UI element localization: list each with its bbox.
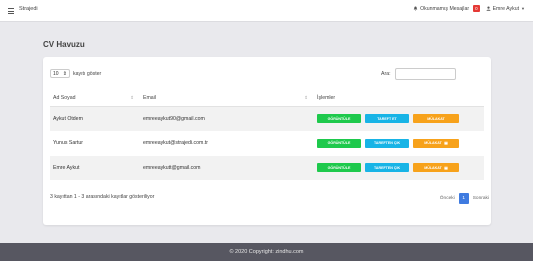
table-length-control: 10 ⇕ kayıtı göster [50,69,101,78]
select-arrows-icon: ⇕ [62,70,67,77]
column-header-actions: İşlemler [314,91,484,107]
table-header-row: Ad Soyad ⇕ Email ⇕ İşlemler [50,91,484,107]
unread-messages-badge: 0 [473,5,480,12]
view-button[interactable]: GÖRÜNTÜLE [317,114,361,124]
calendar-icon [444,142,448,145]
row-actions: GÖRÜNTÜLE TAREFTEN ÇIK MÜLAKAT [314,155,484,180]
table-row: Yunus Sartur emreeaykut@strajedi.com.tr … [50,131,484,156]
bell-icon [413,6,418,11]
cv-table: Ad Soyad ⇕ Email ⇕ İşlemler Aykut Otdem em… [50,91,484,180]
pagination-previous[interactable]: Önceki [440,196,455,201]
footer-copyright: © 2020 Copyright: zindhu.com [229,249,304,255]
view-button[interactable]: GÖRÜNTÜLE [317,163,361,173]
user-menu[interactable]: Emre Aykut ▼ [486,6,525,12]
row-email: emreeaykut@strajedi.com.tr [143,140,208,147]
column-header-email[interactable]: Email ⇕ [140,91,314,107]
cv-pool-card: 10 ⇕ kayıtı göster Ara: Ad Soyad ⇕ Email ⇕… [43,57,491,225]
interview-button[interactable]: MÜLAKAT [413,138,459,148]
chevron-down-icon: ▼ [521,6,525,11]
table-info: 3 kayıttan 1 - 3 arasındaki kayıtlar gös… [50,194,155,200]
interview-button[interactable]: MÜLAKAT [413,163,459,173]
unread-messages-link[interactable]: Okunmamış Mesajlar 0 [413,5,480,12]
row-actions: GÖRÜNTÜLE TAREFT ET MÜLAKAT [314,106,484,131]
pagination-next[interactable]: Sonraki [473,196,489,201]
hamburger-icon[interactable] [8,8,14,14]
page-length-select[interactable]: 10 ⇕ [50,69,70,78]
column-header-name[interactable]: Ad Soyad ⇕ [50,91,140,107]
redirect-remove-button[interactable]: TAREFTEN ÇIK [365,138,409,148]
user-name: Emre Aykut [492,5,520,12]
table-row: Emre Aykut emreeaykutt@gmail.com GÖRÜNTÜ… [50,155,484,180]
footer: © 2020 Copyright: zindhu.com [0,243,533,261]
pagination: Önceki 1 Sonraki [440,193,489,204]
page-length-value: 10 [53,70,59,77]
page-title: CV Havuzu [43,40,85,49]
row-name: Aykut Otdem [50,106,140,131]
table-search: Ara: [381,68,456,80]
table-row: Aykut Otdem emreeaykut90@gmail.com GÖRÜN… [50,106,484,131]
search-input[interactable] [394,68,456,80]
row-actions: GÖRÜNTÜLE TAREFTEN ÇIK MÜLAKAT [314,131,484,156]
redirect-remove-button[interactable]: TAREFTEN ÇIK [365,163,409,173]
row-name: Yunus Sartur [53,140,83,147]
sort-icon: ⇕ [304,95,308,100]
sort-icon: ⇕ [130,95,134,100]
row-email: emreeaykutt@gmail.com [140,155,314,180]
pagination-current-page[interactable]: 1 [458,193,469,204]
user-icon [486,6,491,11]
unread-messages-label: Okunmamış Mesajlar [420,5,470,12]
row-email: emreeaykut90@gmail.com [140,106,314,131]
row-name: Emre Aykut [50,155,140,180]
page-length-label: kayıtı göster [73,70,102,77]
interview-button[interactable]: MÜLAKAT [413,114,459,124]
search-label: Ara: [381,71,391,77]
brand-name[interactable]: Strajedi [19,6,38,12]
navbar-right: Okunmamış Mesajlar 0 Emre Aykut ▼ [413,5,525,12]
redirect-button[interactable]: TAREFT ET [365,114,409,124]
calendar-icon [444,166,448,170]
top-navbar: Strajedi Okunmamış Mesajlar 0 Emre Aykut… [0,0,533,22]
view-button[interactable]: GÖRÜNTÜLE [317,138,361,148]
